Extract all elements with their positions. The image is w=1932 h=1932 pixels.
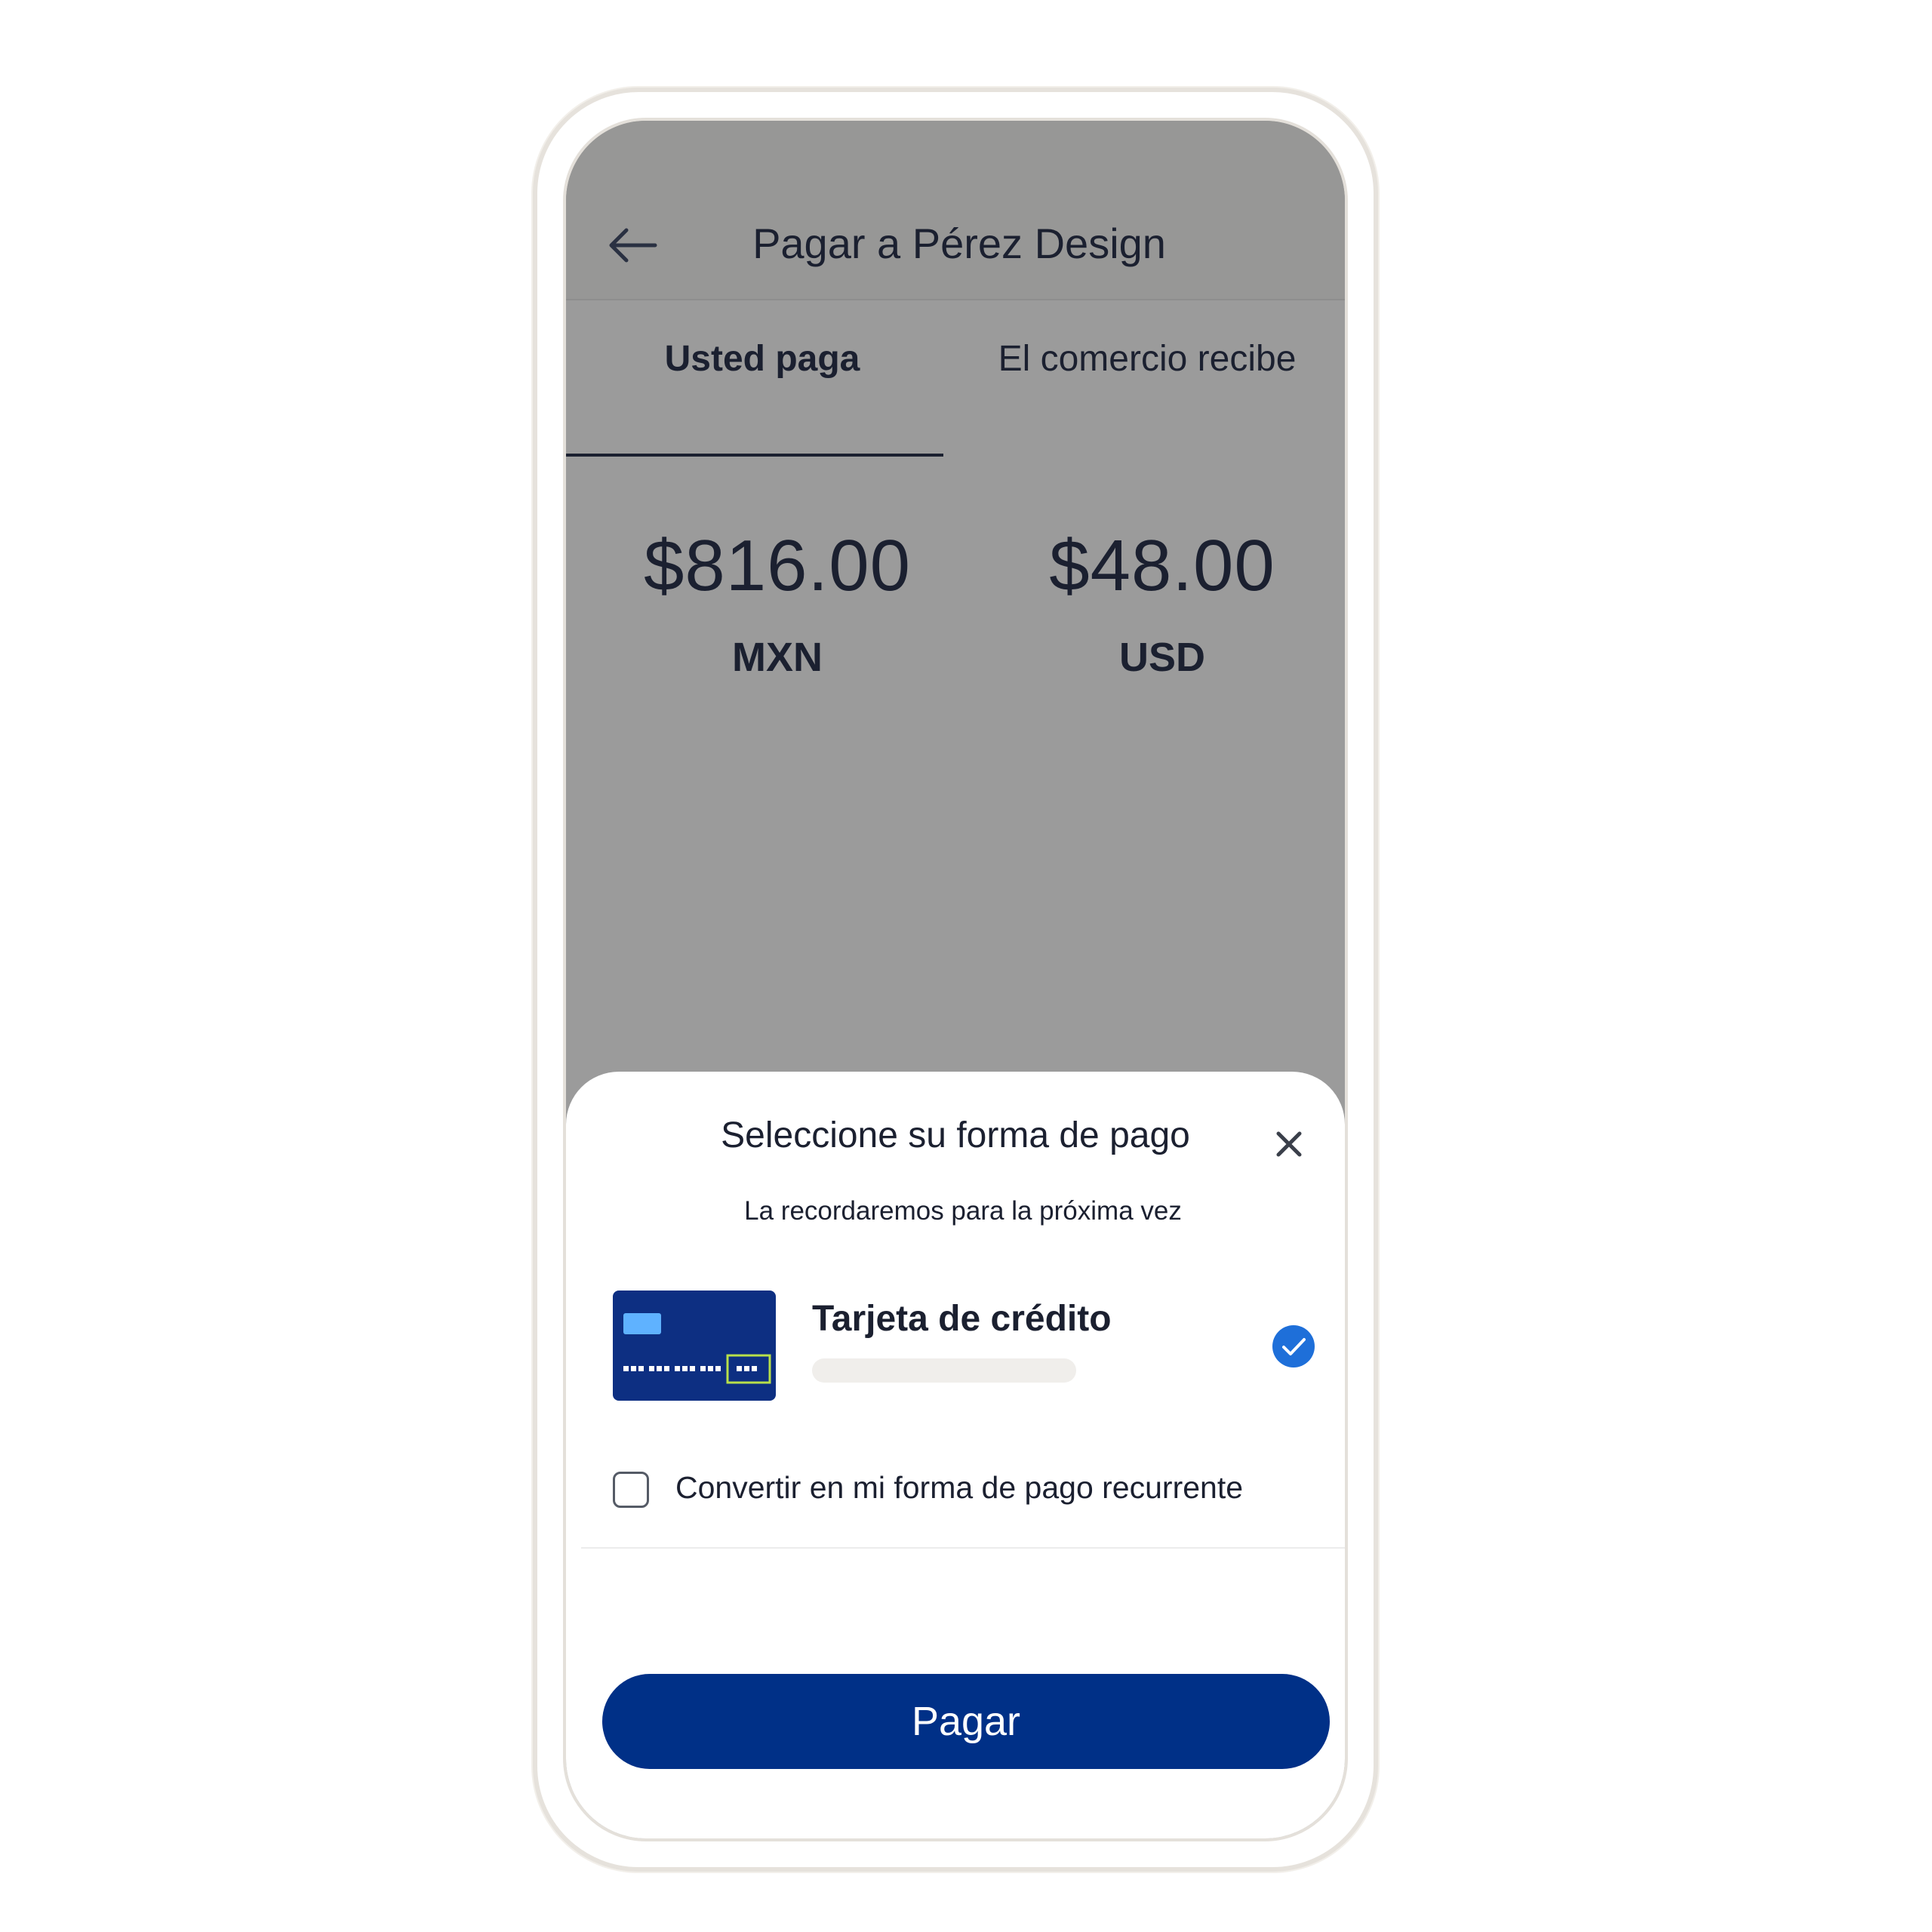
page-title: Pagar a Pérez Design <box>752 220 1166 267</box>
tab-usted-paga[interactable]: Usted paga <box>566 338 951 380</box>
close-button[interactable] <box>1271 1126 1307 1162</box>
recurring-payment-checkbox[interactable] <box>613 1472 649 1508</box>
sheet-title: Seleccione su forma de pago <box>721 1115 1190 1155</box>
pay-currency: MXN <box>732 635 823 680</box>
payment-method-sheet: Seleccione su forma de pago La recordare… <box>566 1072 1345 1838</box>
tab-active-indicator <box>566 454 943 457</box>
receive-amount: $48.00 <box>1049 525 1275 606</box>
tab-comercio-recibe[interactable]: El comercio recibe <box>943 338 1345 380</box>
top-bar: Pagar a Pérez Design <box>566 121 1345 300</box>
close-icon <box>1276 1131 1302 1157</box>
credit-card-icon <box>613 1291 776 1401</box>
pay-button[interactable]: Pagar <box>602 1674 1330 1769</box>
phone-frame: Pagar a Pérez Design Usted paga El comer… <box>533 88 1378 1872</box>
credit-card-option-label[interactable]: Tarjeta de crédito <box>812 1298 1112 1340</box>
pay-amount: $816.00 <box>643 525 911 606</box>
card-details-placeholder <box>812 1358 1076 1383</box>
receive-currency: USD <box>1118 635 1205 680</box>
recurring-payment-label[interactable]: Convertir en mi forma de pago recurrente <box>675 1470 1243 1506</box>
sheet-subtitle: La recordaremos para la próxima vez <box>744 1196 1182 1226</box>
divider <box>581 1547 1345 1549</box>
selected-check-icon[interactable] <box>1271 1324 1316 1369</box>
screen: Pagar a Pérez Design Usted paga El comer… <box>563 118 1348 1841</box>
